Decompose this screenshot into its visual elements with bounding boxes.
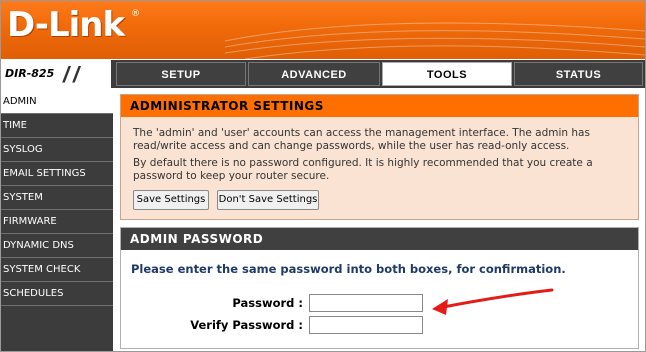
model-badge: DIR-825 / / bbox=[1, 60, 113, 88]
tab-tools[interactable]: TOOLS bbox=[382, 62, 512, 86]
sidebar-item-system-check[interactable]: SYSTEM CHECK bbox=[1, 258, 113, 282]
administrator-settings-panel: ADMINISTRATOR SETTINGS The 'admin' and '… bbox=[120, 94, 639, 220]
dont-save-settings-button[interactable]: Don't Save Settings bbox=[217, 190, 319, 210]
sidebar-item-syslog[interactable]: SYSLOG bbox=[1, 138, 113, 162]
annotation-arrow-icon bbox=[432, 288, 554, 315]
slash-decoration: / bbox=[63, 62, 70, 87]
model-label: DIR-825 bbox=[5, 67, 55, 80]
tab-status[interactable]: STATUS bbox=[514, 62, 643, 86]
sidebar-item-time[interactable]: TIME bbox=[1, 114, 113, 138]
dlink-logo: D-Link bbox=[7, 5, 125, 45]
verify-password-label: Verify Password : bbox=[190, 318, 303, 332]
sidebar-item-firmware[interactable]: FIRMWARE bbox=[1, 210, 113, 234]
sidebar-item-email-settings[interactable]: EMAIL SETTINGS bbox=[1, 162, 113, 186]
password-instruction: Please enter the same password into both… bbox=[131, 262, 566, 276]
trademark-symbol: ® bbox=[131, 9, 140, 19]
password-label: Password : bbox=[232, 296, 303, 310]
banner-stripes bbox=[225, 22, 645, 59]
top-nav-bar: DIR-825 / / SETUP ADVANCED TOOLS STATUS bbox=[1, 60, 645, 88]
description-paragraph: By default there is no password configur… bbox=[133, 157, 593, 182]
verify-password-input[interactable] bbox=[309, 316, 423, 334]
sidebar-item-dynamic-dns[interactable]: DYNAMIC DNS bbox=[1, 234, 113, 258]
sidebar-item-system[interactable]: SYSTEM bbox=[1, 186, 113, 210]
sidebar-item-admin[interactable]: ADMIN bbox=[1, 90, 113, 114]
main-content: ADMINISTRATOR SETTINGS The 'admin' and '… bbox=[114, 90, 645, 351]
save-settings-button[interactable]: Save Settings bbox=[133, 190, 209, 210]
admin-password-panel: ADMIN PASSWORD Please enter the same pas… bbox=[120, 227, 639, 349]
sidebar-item-schedules[interactable]: SCHEDULES bbox=[1, 282, 113, 306]
slash-decoration: / bbox=[73, 62, 80, 87]
password-input[interactable] bbox=[309, 294, 423, 312]
sidebar: ADMIN TIME SYSLOG EMAIL SETTINGS SYSTEM … bbox=[1, 90, 113, 351]
tab-setup[interactable]: SETUP bbox=[116, 62, 246, 86]
panel-title: ADMINISTRATOR SETTINGS bbox=[121, 95, 638, 117]
description-paragraph: The 'admin' and 'user' accounts can acce… bbox=[133, 127, 590, 152]
panel-title: ADMIN PASSWORD bbox=[121, 228, 638, 250]
tab-advanced[interactable]: ADVANCED bbox=[248, 62, 380, 86]
header-banner: D-Link ® bbox=[1, 1, 645, 59]
